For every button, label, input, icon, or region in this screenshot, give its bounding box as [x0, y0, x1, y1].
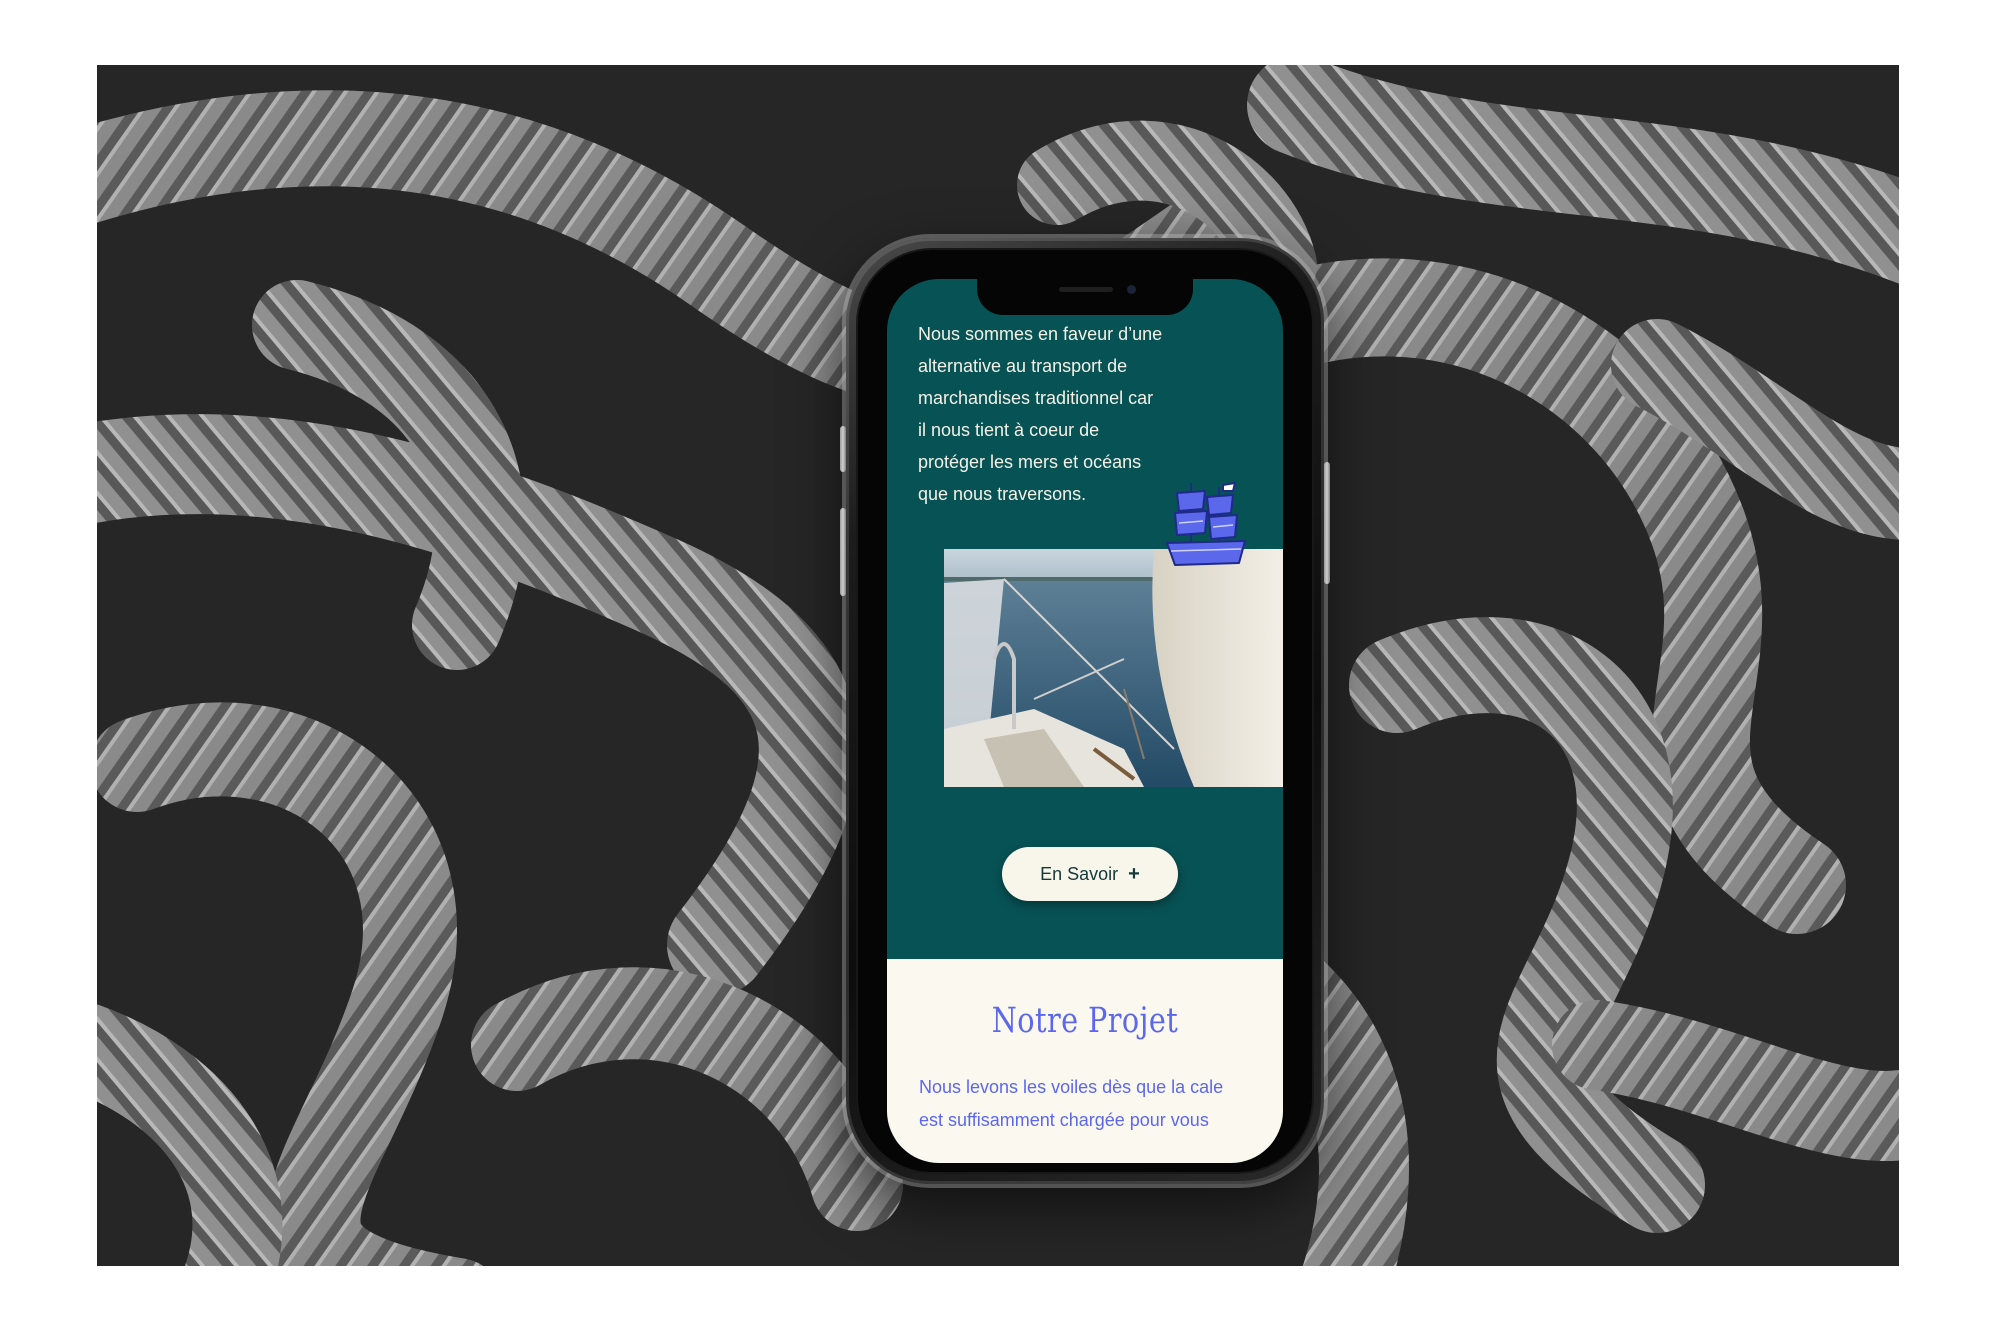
learn-more-button[interactable]: En Savoir + [1002, 847, 1178, 901]
phone-power-button [1324, 462, 1330, 584]
camera-icon [1127, 285, 1136, 294]
sailboat-photo [944, 549, 1283, 787]
section-title: Notre Projet [991, 1001, 1179, 1041]
project-section: Notre Projet Nous levons les voiles dès … [887, 959, 1283, 1163]
sailing-ship-icon [1166, 482, 1246, 566]
smartphone-mockup: Nous sommes en faveur d’une alternative … [840, 238, 1330, 1184]
phone-volume-button [840, 426, 846, 472]
phone-volume-button [840, 508, 846, 596]
learn-more-label: En Savoir [1040, 863, 1119, 884]
phone-screen: Nous sommes en faveur d’une alternative … [887, 279, 1283, 1163]
phone-notch [977, 279, 1193, 315]
rope-background-photo: Nous sommes en faveur d’une alternative … [97, 65, 1899, 1266]
speaker-grille [1059, 287, 1113, 292]
project-description: Nous levons les voiles dès que la cale e… [919, 1077, 1224, 1130]
plus-icon: + [1128, 862, 1140, 885]
intro-paragraph: Nous sommes en faveur d’une alternative … [918, 324, 1163, 504]
